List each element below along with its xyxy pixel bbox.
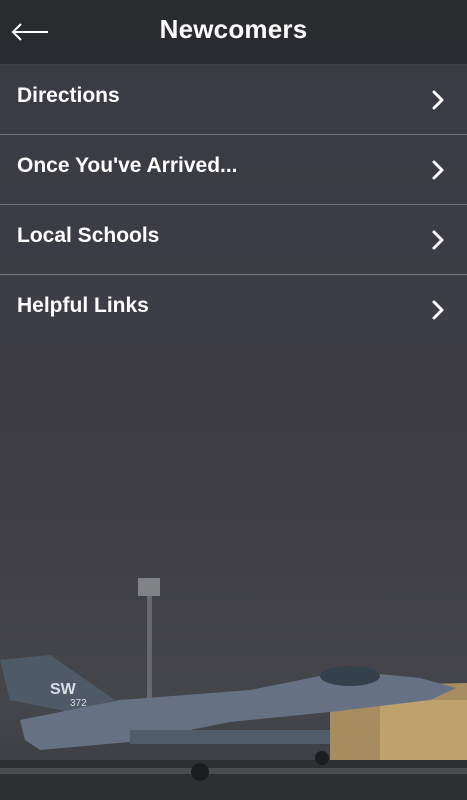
menu-item-helpful-links[interactable]: Helpful Links (0, 275, 467, 344)
menu-item-label: Once You've Arrived... (17, 154, 238, 177)
menu-item-directions[interactable]: Directions (0, 65, 467, 135)
chevron-right-icon (432, 230, 444, 250)
header-bar: Newcomers (0, 0, 467, 65)
jet-tail-number: 372 (70, 698, 87, 709)
chevron-right-icon (432, 90, 444, 110)
menu-item-label: Helpful Links (17, 294, 149, 317)
jet-tail-text: SW (50, 681, 77, 698)
menu-item-label: Directions (17, 84, 120, 107)
light-tower (138, 578, 160, 704)
page-title: Newcomers (159, 14, 308, 44)
chevron-right-icon (432, 160, 444, 180)
menu-item-label: Local Schools (17, 224, 160, 247)
menu-item-once-youve-arrived[interactable]: Once You've Arrived... (0, 135, 467, 205)
menu-item-local-schools[interactable]: Local Schools (0, 205, 467, 275)
chevron-right-icon (432, 300, 444, 320)
menu-list: Directions Once You've Arrived... Local … (0, 65, 467, 344)
